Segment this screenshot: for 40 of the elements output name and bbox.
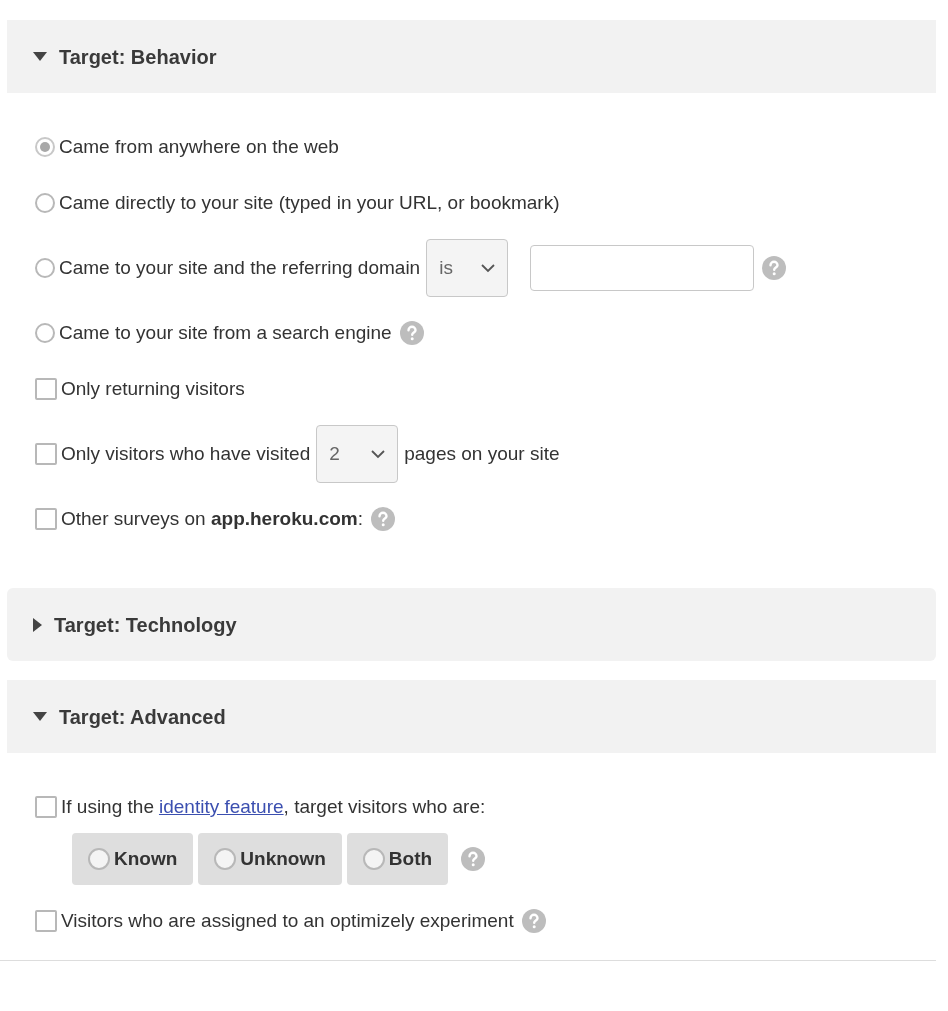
checkbox[interactable]: [35, 508, 57, 530]
option-label: If using the: [61, 794, 154, 819]
option-label: pages on your site: [404, 441, 560, 466]
option-label: Came directly to your site (typed in your URL, or bookmark): [59, 190, 560, 215]
section-header[interactable]: Target: Behavior: [7, 20, 936, 93]
option-label: Came to your site and the referring domain: [59, 255, 421, 280]
option-label: Came to your site from a search engine: [59, 320, 392, 345]
identity-feature-link[interactable]: identity feature: [158, 792, 284, 822]
option-label: Only returning visitors: [61, 376, 245, 401]
section-header[interactable]: Target: Technology: [7, 588, 936, 661]
checkbox[interactable]: [35, 443, 57, 465]
help-icon[interactable]: [399, 321, 424, 345]
radio-button[interactable]: [35, 258, 55, 278]
checkbox[interactable]: [35, 378, 57, 400]
help-icon[interactable]: [762, 256, 787, 280]
expand-triangle-icon: [33, 617, 42, 632]
radio-button[interactable]: [35, 193, 55, 213]
checkbox[interactable]: [35, 796, 57, 818]
domain-input-field[interactable]: [530, 245, 755, 291]
chevron-down-icon: [481, 263, 496, 273]
chevron-down-icon: [371, 449, 386, 459]
segment-option[interactable]: Known: [72, 833, 194, 885]
help-icon[interactable]: [521, 909, 546, 933]
option-label: Other surveys on app.heroku.com:: [61, 506, 363, 531]
collapse-triangle-icon: [33, 52, 47, 61]
help-icon[interactable]: [371, 507, 395, 531]
option-label: , target visitors who are:: [283, 794, 486, 819]
checkbox[interactable]: [35, 910, 57, 932]
help-icon[interactable]: [461, 847, 486, 871]
collapse-triangle-icon: [33, 712, 47, 721]
option-label: Only visitors who have visited: [61, 441, 311, 466]
radio-button[interactable]: [35, 323, 55, 343]
option-label: Visitors who are assigned to an optimizely experiment: [61, 908, 514, 933]
dropdown[interactable]: 2: [316, 425, 399, 483]
segment-option[interactable]: Unknown: [198, 833, 342, 885]
radio-button[interactable]: [35, 137, 55, 157]
option-label: Came from anywhere on the web: [59, 134, 339, 159]
segment-option[interactable]: Both: [346, 833, 449, 885]
section-header[interactable]: Target: Advanced: [7, 680, 936, 753]
dropdown[interactable]: is: [426, 239, 509, 297]
